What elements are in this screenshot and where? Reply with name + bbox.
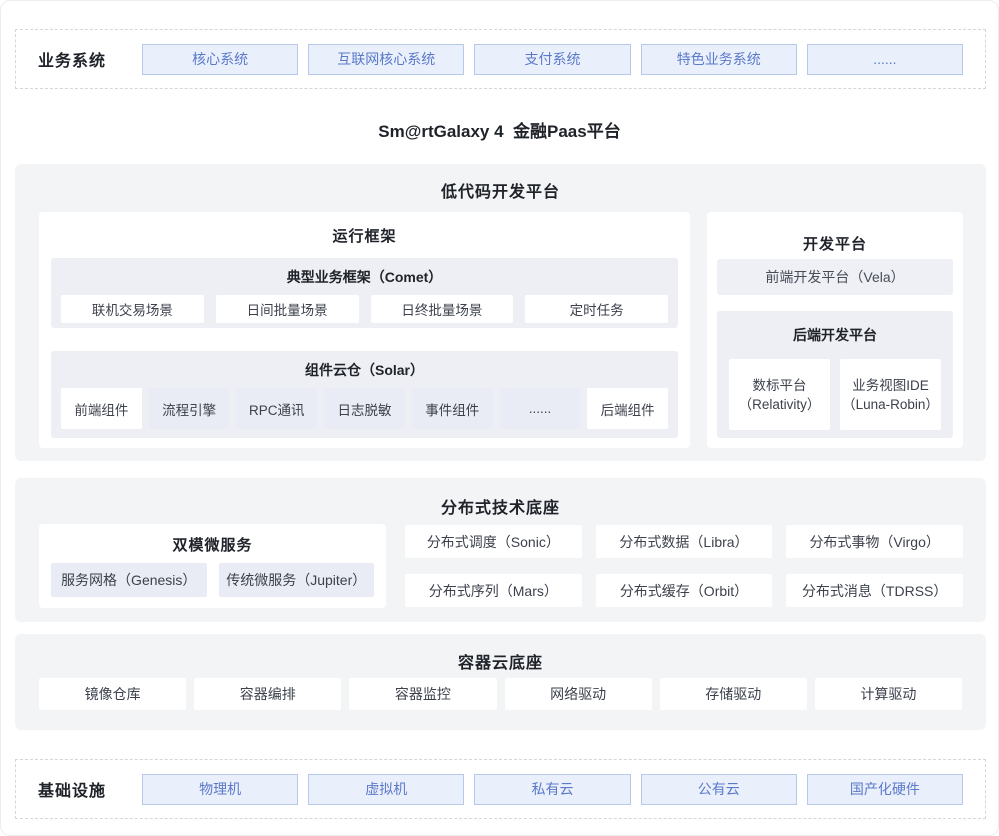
container-item-compute-driver: 计算驱动 bbox=[815, 678, 962, 710]
infrastructure-item-domestic-hw: 国产化硬件 bbox=[807, 774, 963, 805]
business-systems-band: 业务系统 核心系统 互联网核心系统 支付系统 特色业务系统 ...... bbox=[15, 29, 986, 89]
solar-item-more: ...... bbox=[500, 388, 581, 429]
page-title: Sm@rtGalaxy 4 金融Paas平台 bbox=[1, 117, 998, 142]
dist-service-virgo: 分布式事物（Virgo） bbox=[786, 525, 963, 558]
low-code-platform-title: 低代码开发平台 bbox=[15, 178, 986, 202]
runtime-framework-panel: 运行框架 典型业务框架（Comet） 联机交易场景 日间批量场景 日终批量场景 … bbox=[39, 212, 690, 448]
solar-item-event-components: 事件组件 bbox=[412, 388, 493, 429]
container-item-image-registry: 镜像仓库 bbox=[39, 678, 186, 710]
container-item-network-driver: 网络驱动 bbox=[505, 678, 652, 710]
backend-item-luna-robin: 业务视图IDE （Luna-Robin） bbox=[840, 359, 941, 430]
backend-dev-items-row: 数标平台 （Relativity） 业务视图IDE （Luna-Robin） bbox=[729, 359, 941, 430]
dual-mode-title: 双模微服务 bbox=[39, 534, 386, 555]
backend-dev-platform-box: 后端开发平台 数标平台 （Relativity） 业务视图IDE （Luna-R… bbox=[717, 311, 953, 438]
dual-mode-item-genesis: 服务网格（Genesis） bbox=[51, 563, 207, 597]
luna-robin-name: 业务视图IDE bbox=[852, 376, 929, 395]
relativity-name: 数标平台 bbox=[753, 376, 807, 395]
container-base-title: 容器云底座 bbox=[15, 649, 986, 673]
business-system-item-more: ...... bbox=[807, 44, 963, 75]
relativity-code: （Relativity） bbox=[739, 395, 821, 414]
solar-item-rpc: RPC通讯 bbox=[236, 388, 317, 429]
business-systems-items: 核心系统 互联网核心系统 支付系统 特色业务系统 ...... bbox=[142, 44, 963, 75]
infrastructure-item-private-cloud: 私有云 bbox=[474, 774, 630, 805]
dist-service-orbit: 分布式缓存（Orbit） bbox=[596, 574, 773, 607]
dev-platform-title: 开发平台 bbox=[707, 233, 963, 254]
container-item-storage-driver: 存储驱动 bbox=[660, 678, 807, 710]
infrastructure-item-public-cloud: 公有云 bbox=[641, 774, 797, 805]
solar-item-log-masking: 日志脱敏 bbox=[324, 388, 405, 429]
container-item-monitoring: 容器监控 bbox=[349, 678, 496, 710]
distributed-base-panel: 分布式技术底座 双模微服务 服务网格（Genesis） 传统微服务（Jupite… bbox=[15, 478, 986, 622]
comet-framework-title: 典型业务框架（Comet） bbox=[51, 267, 678, 287]
comet-framework-box: 典型业务框架（Comet） 联机交易场景 日间批量场景 日终批量场景 定时任务 bbox=[51, 258, 678, 328]
infrastructure-band: 基础设施 物理机 虚拟机 私有云 公有云 国产化硬件 bbox=[15, 759, 986, 819]
frontend-dev-platform-vela: 前端开发平台（Vela） bbox=[717, 259, 953, 295]
dist-service-sonic: 分布式调度（Sonic） bbox=[405, 525, 582, 558]
distributed-base-title: 分布式技术底座 bbox=[15, 494, 986, 518]
dist-service-libra: 分布式数据（Libra） bbox=[596, 525, 773, 558]
dual-mode-item-jupiter: 传统微服务（Jupiter） bbox=[219, 563, 375, 597]
comet-item-intraday-batch: 日间批量场景 bbox=[216, 295, 359, 323]
infrastructure-item-vm: 虚拟机 bbox=[308, 774, 464, 805]
business-system-item-internet-core: 互联网核心系统 bbox=[308, 44, 464, 75]
solar-component-title: 组件云仓（Solar） bbox=[51, 360, 678, 380]
infrastructure-item-physical: 物理机 bbox=[142, 774, 298, 805]
comet-items-row: 联机交易场景 日间批量场景 日终批量场景 定时任务 bbox=[61, 295, 668, 323]
infrastructure-items: 物理机 虚拟机 私有云 公有云 国产化硬件 bbox=[142, 774, 963, 805]
solar-item-process-engine: 流程引擎 bbox=[149, 388, 230, 429]
dev-platform-panel: 开发平台 前端开发平台（Vela） 后端开发平台 数标平台 （Relativit… bbox=[707, 212, 963, 448]
comet-item-eod-batch: 日终批量场景 bbox=[371, 295, 514, 323]
low-code-platform-panel: 低代码开发平台 运行框架 典型业务框架（Comet） 联机交易场景 日间批量场景… bbox=[15, 164, 986, 461]
comet-item-scheduled-task: 定时任务 bbox=[525, 295, 668, 323]
container-item-orchestration: 容器编排 bbox=[194, 678, 341, 710]
comet-item-online-trade: 联机交易场景 bbox=[61, 295, 204, 323]
distributed-services-grid: 分布式调度（Sonic） 分布式数据（Libra） 分布式事物（Virgo） 分… bbox=[405, 525, 963, 607]
business-system-item-core: 核心系统 bbox=[142, 44, 298, 75]
solar-item-backend-components: 后端组件 bbox=[587, 388, 668, 429]
luna-robin-code: （Luna-Robin） bbox=[842, 395, 939, 414]
infrastructure-label: 基础设施 bbox=[38, 777, 142, 801]
solar-component-box: 组件云仓（Solar） 前端组件 流程引擎 RPC通讯 日志脱敏 事件组件 ..… bbox=[51, 351, 678, 438]
dual-mode-items-row: 服务网格（Genesis） 传统微服务（Jupiter） bbox=[51, 563, 374, 597]
dist-service-tdrss: 分布式消息（TDRSS） bbox=[786, 574, 963, 607]
runtime-framework-title: 运行框架 bbox=[39, 225, 690, 246]
backend-item-relativity: 数标平台 （Relativity） bbox=[729, 359, 830, 430]
solar-items-row: 前端组件 流程引擎 RPC通讯 日志脱敏 事件组件 ...... 后端组件 bbox=[61, 388, 668, 429]
dist-service-mars: 分布式序列（Mars） bbox=[405, 574, 582, 607]
container-base-panel: 容器云底座 镜像仓库 容器编排 容器监控 网络驱动 存储驱动 计算驱动 bbox=[15, 634, 986, 730]
business-system-item-payment: 支付系统 bbox=[474, 44, 630, 75]
solar-item-frontend-components: 前端组件 bbox=[61, 388, 142, 429]
business-systems-label: 业务系统 bbox=[38, 47, 142, 71]
dual-mode-microservice-panel: 双模微服务 服务网格（Genesis） 传统微服务（Jupiter） bbox=[39, 524, 386, 608]
backend-dev-platform-title: 后端开发平台 bbox=[717, 325, 953, 345]
business-system-item-special: 特色业务系统 bbox=[641, 44, 797, 75]
architecture-diagram: 业务系统 核心系统 互联网核心系统 支付系统 特色业务系统 ...... Sm@… bbox=[0, 0, 999, 836]
container-items-row: 镜像仓库 容器编排 容器监控 网络驱动 存储驱动 计算驱动 bbox=[39, 678, 962, 710]
